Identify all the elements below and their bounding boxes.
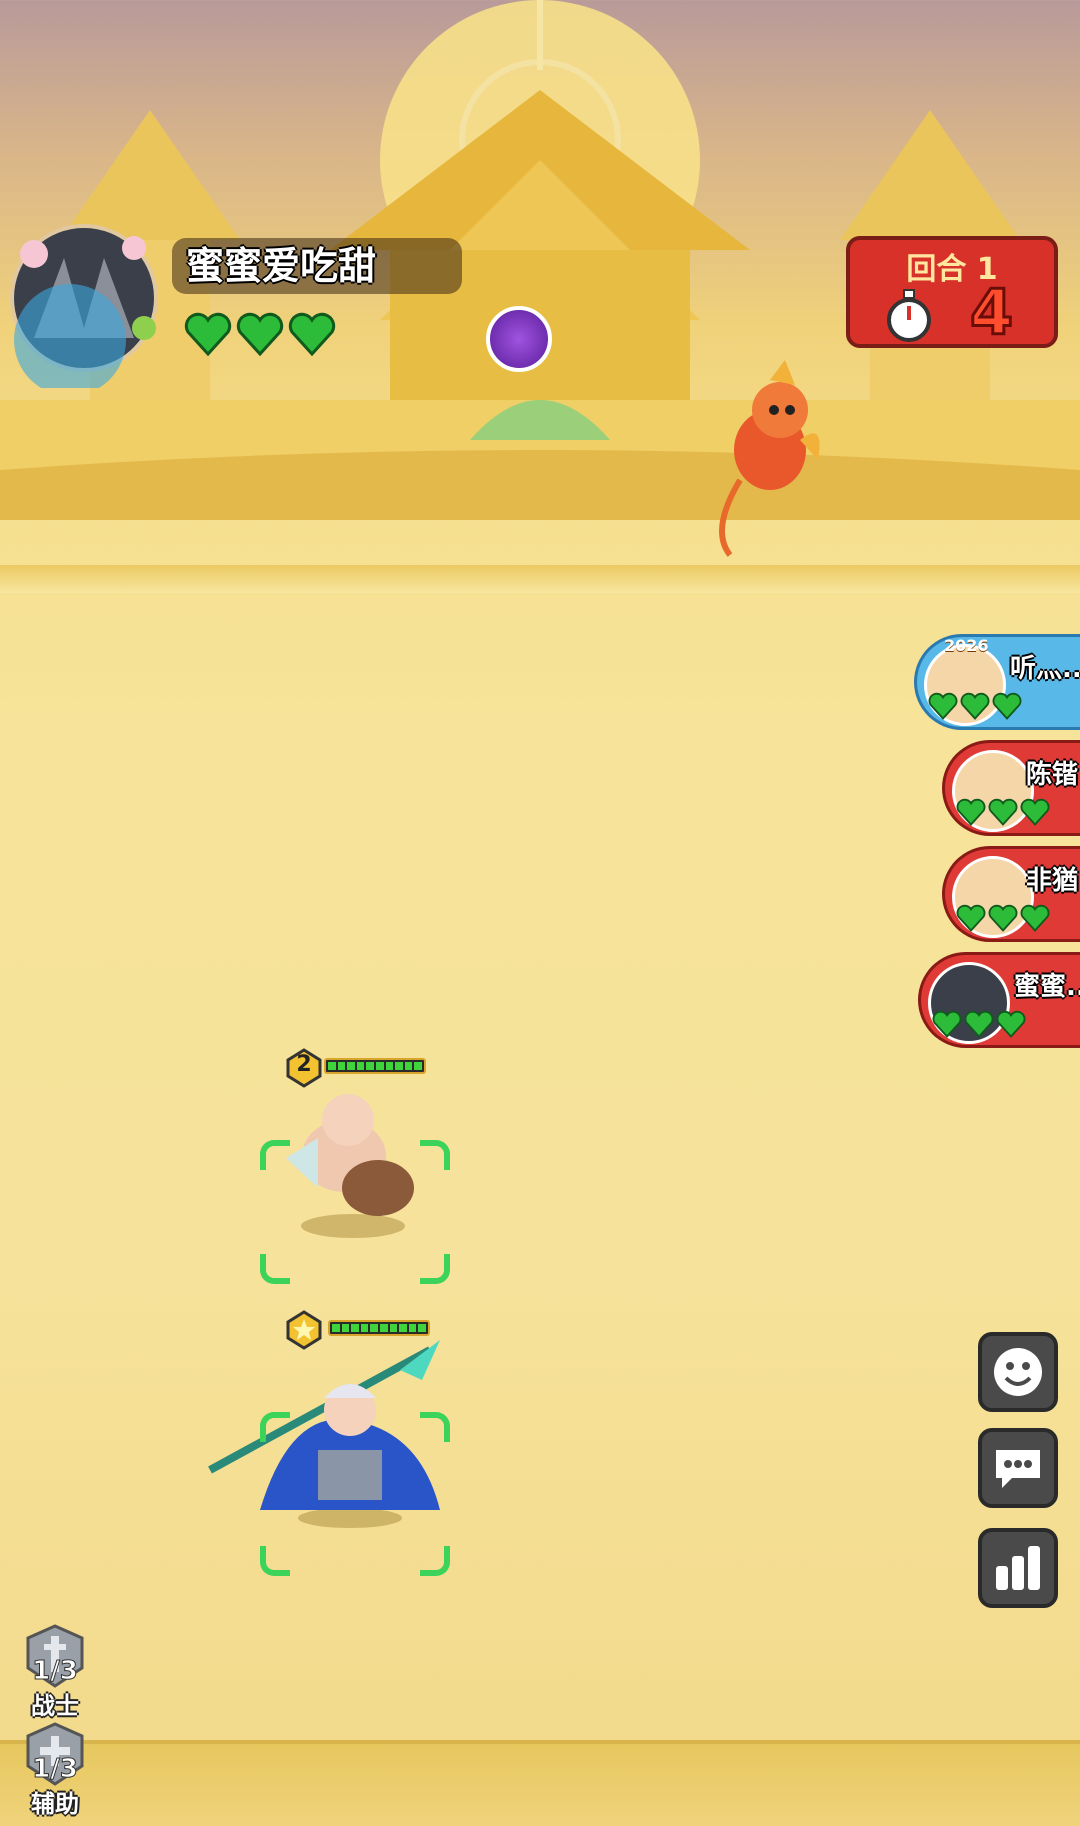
chat-bubble-icon xyxy=(996,1450,1040,1488)
arena-edge xyxy=(0,565,1080,593)
stopwatch-icon xyxy=(887,289,931,342)
monk-unit[interactable] xyxy=(278,1078,428,1238)
arena-bottom-edge xyxy=(0,1740,1080,1826)
heart-icon xyxy=(992,692,1022,720)
heart-icon xyxy=(184,312,232,356)
heart-icon xyxy=(956,798,986,826)
selection-bracket xyxy=(260,1140,290,1170)
heart-icon xyxy=(288,312,336,356)
selection-bracket xyxy=(420,1412,450,1442)
general-unit[interactable] xyxy=(200,1340,450,1530)
heart-icon xyxy=(928,692,958,720)
opponent-lives xyxy=(928,692,1022,720)
selection-bracket xyxy=(420,1140,450,1170)
player-avatar[interactable] xyxy=(4,218,164,388)
opponent-name: 蜜蜜.. xyxy=(1014,972,1080,1002)
role-count: 1/3 xyxy=(32,1656,79,1687)
role-name: 战士 xyxy=(31,1692,79,1720)
heart-icon xyxy=(960,692,990,720)
role-count: 1/3 xyxy=(32,1754,79,1785)
avatar-frame-year: 2026 xyxy=(944,636,989,655)
opponent-card[interactable]: 2026 听灬.. xyxy=(914,634,1080,730)
unit-level: 2 xyxy=(296,1052,312,1077)
heart-icon xyxy=(932,1010,962,1038)
heart-icon xyxy=(1020,904,1050,932)
heart-icon xyxy=(988,798,1018,826)
role-counter-warrior: 1/3 战士 xyxy=(22,1624,88,1720)
opponent-lives xyxy=(956,904,1050,932)
heart-icon xyxy=(988,904,1018,932)
round-panel: 回合 1 4 xyxy=(846,236,1058,351)
emoji-button[interactable] xyxy=(978,1332,1058,1412)
heart-icon xyxy=(964,1010,994,1038)
opponent-lives xyxy=(932,1010,1026,1038)
opponent-name: 听灬.. xyxy=(1010,654,1080,684)
opponent-name: 陈锴 xyxy=(1026,760,1079,790)
round-timer: 4 xyxy=(968,275,1014,351)
heart-icon xyxy=(1020,798,1050,826)
heart-icon xyxy=(996,1010,1026,1038)
heart-icon xyxy=(236,312,284,356)
opponent-name: 非猶 xyxy=(1026,866,1079,896)
selection-bracket xyxy=(260,1412,290,1442)
player-lives xyxy=(184,312,336,356)
role-counter-support: 1/3 辅助 xyxy=(22,1722,88,1818)
round-label: 回合 1 xyxy=(906,252,998,287)
opponent-card[interactable]: 陈锴 xyxy=(942,740,1080,836)
role-name: 辅助 xyxy=(31,1790,79,1818)
smiley-icon xyxy=(994,1348,1042,1396)
phoenix-creature[interactable] xyxy=(700,360,830,560)
player-name: 蜜蜜爱吃甜 xyxy=(172,238,462,294)
selection-bracket xyxy=(260,1254,290,1284)
purple-flame-icon[interactable] xyxy=(486,306,552,372)
unit-hp-bar xyxy=(324,1058,426,1074)
opponent-card[interactable]: 蜜蜜.. xyxy=(918,952,1080,1048)
heart-icon xyxy=(956,904,986,932)
selection-bracket xyxy=(420,1254,450,1284)
bar-chart-icon xyxy=(996,1546,1040,1590)
chat-button[interactable] xyxy=(978,1428,1058,1508)
opponent-lives xyxy=(956,798,1050,826)
opponent-card[interactable]: 非猶 xyxy=(942,846,1080,942)
stats-button[interactable] xyxy=(978,1528,1058,1608)
selection-bracket xyxy=(260,1546,290,1576)
unit-hp-bar xyxy=(328,1320,430,1336)
selection-bracket xyxy=(420,1546,450,1576)
